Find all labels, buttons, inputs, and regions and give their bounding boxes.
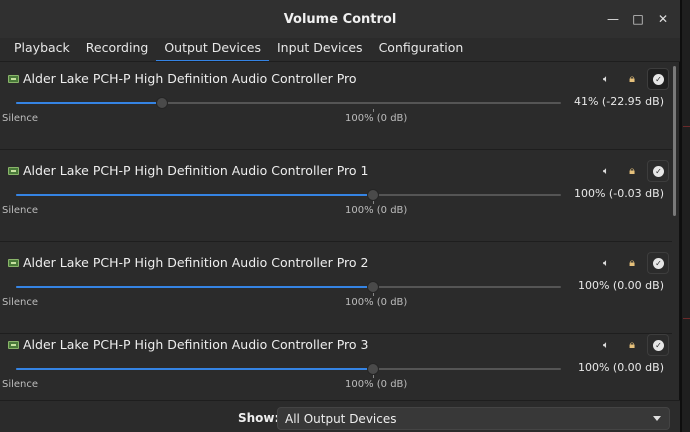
slider-tick-100 (373, 109, 374, 112)
tab-input-devices[interactable]: Input Devices (269, 38, 371, 62)
background-line (683, 318, 690, 319)
slider-tick-100 (373, 201, 374, 204)
speaker-mute-icon[interactable]: 🔈︎ (598, 165, 614, 179)
reference-label: 100% (0 dB) (345, 297, 408, 308)
volume-control-window: Volume Control — □ ✕ Playback Recording … (0, 0, 680, 432)
volume-slider-fill (16, 194, 373, 196)
background-line (683, 126, 690, 127)
scrollbar-thumb[interactable] (673, 66, 676, 216)
window-edge (680, 0, 682, 432)
output-device-row: Alder Lake PCH-P High Definition Audio C… (0, 154, 672, 242)
volume-slider-knob[interactable] (367, 189, 379, 201)
tab-bar: Playback Recording Output Devices Input … (0, 38, 680, 62)
tab-playback[interactable]: Playback (6, 38, 78, 62)
volume-slider-knob[interactable] (156, 97, 168, 109)
output-device-row: Alder Lake PCH-P High Definition Audio C… (0, 246, 672, 334)
set-default-button[interactable]: ✓ (647, 334, 669, 356)
set-default-button[interactable]: ✓ (647, 252, 669, 274)
volume-readout: 100% (0.00 dB) (577, 279, 664, 292)
volume-slider-fill (16, 368, 373, 370)
desktop-background (680, 0, 690, 432)
volume-slider[interactable] (16, 281, 561, 296)
sound-card-icon (8, 259, 19, 267)
tab-recording[interactable]: Recording (78, 38, 157, 62)
close-icon[interactable]: ✕ (656, 12, 670, 26)
checkmark-icon: ✓ (653, 258, 664, 269)
silence-label: Silence (2, 297, 39, 308)
volume-readout: 100% (0.00 dB) (577, 361, 664, 374)
volume-slider-fill (16, 102, 162, 104)
volume-slider-knob[interactable] (367, 281, 379, 293)
silence-label: Silence (2, 205, 39, 216)
slider-tick-100 (373, 293, 374, 296)
volume-slider[interactable] (16, 363, 561, 378)
lock-icon[interactable]: 🔒︎ (625, 72, 639, 86)
minimize-icon[interactable]: — (606, 12, 620, 26)
tab-output-devices[interactable]: Output Devices (156, 38, 269, 62)
volume-slider[interactable] (16, 97, 561, 112)
speaker-mute-icon[interactable]: 🔈︎ (598, 339, 614, 353)
speaker-mute-icon[interactable]: 🔈︎ (598, 73, 614, 87)
scrollbar[interactable] (673, 62, 677, 400)
title-bar: Volume Control — □ ✕ (0, 0, 680, 38)
show-filter-select[interactable]: All Output Devices (277, 407, 670, 430)
device-name: Alder Lake PCH-P High Definition Audio C… (23, 71, 357, 86)
volume-slider-knob[interactable] (367, 363, 379, 375)
checkmark-icon: ✓ (653, 340, 664, 351)
dropdown-arrow-icon (653, 416, 661, 421)
footer-bar: Show: All Output Devices (0, 400, 680, 432)
window-title: Volume Control (283, 11, 397, 27)
lock-icon[interactable]: 🔒︎ (625, 164, 639, 178)
device-name: Alder Lake PCH-P High Definition Audio C… (23, 255, 369, 270)
slider-tick-100 (373, 375, 374, 378)
volume-slider-fill (16, 286, 373, 288)
device-name: Alder Lake PCH-P High Definition Audio C… (23, 337, 369, 352)
sound-card-icon (8, 75, 19, 83)
set-default-button[interactable]: ✓ (647, 160, 669, 182)
checkmark-icon: ✓ (653, 74, 664, 85)
sound-card-icon (8, 167, 19, 175)
speaker-mute-icon[interactable]: 🔈︎ (598, 257, 614, 271)
reference-label: 100% (0 dB) (345, 113, 408, 124)
lock-icon[interactable]: 🔒︎ (625, 256, 639, 270)
volume-slider[interactable] (16, 189, 561, 204)
volume-readout: 41% (-22.95 dB) (573, 95, 664, 108)
volume-readout: 100% (-0.03 dB) (573, 187, 664, 200)
checkmark-icon: ✓ (653, 166, 664, 177)
set-default-button[interactable]: ✓ (647, 68, 669, 90)
device-name: Alder Lake PCH-P High Definition Audio C… (23, 163, 369, 178)
window-controls: — □ ✕ (606, 12, 670, 26)
reference-label: 100% (0 dB) (345, 205, 408, 216)
sound-card-icon (8, 341, 19, 349)
maximize-icon[interactable]: □ (631, 12, 645, 26)
output-device-row: Alder Lake PCH-P High Definition Audio C… (0, 62, 672, 150)
lock-icon[interactable]: 🔒︎ (625, 338, 639, 352)
silence-label: Silence (2, 113, 39, 124)
output-device-list: Alder Lake PCH-P High Definition Audio C… (0, 62, 672, 400)
show-filter-value: All Output Devices (285, 412, 397, 426)
silence-label: Silence (2, 379, 39, 390)
show-label: Show: (238, 411, 280, 425)
output-device-row: Alder Lake PCH-P High Definition Audio C… (0, 328, 672, 400)
tab-configuration[interactable]: Configuration (371, 38, 472, 62)
reference-label: 100% (0 dB) (345, 379, 408, 390)
